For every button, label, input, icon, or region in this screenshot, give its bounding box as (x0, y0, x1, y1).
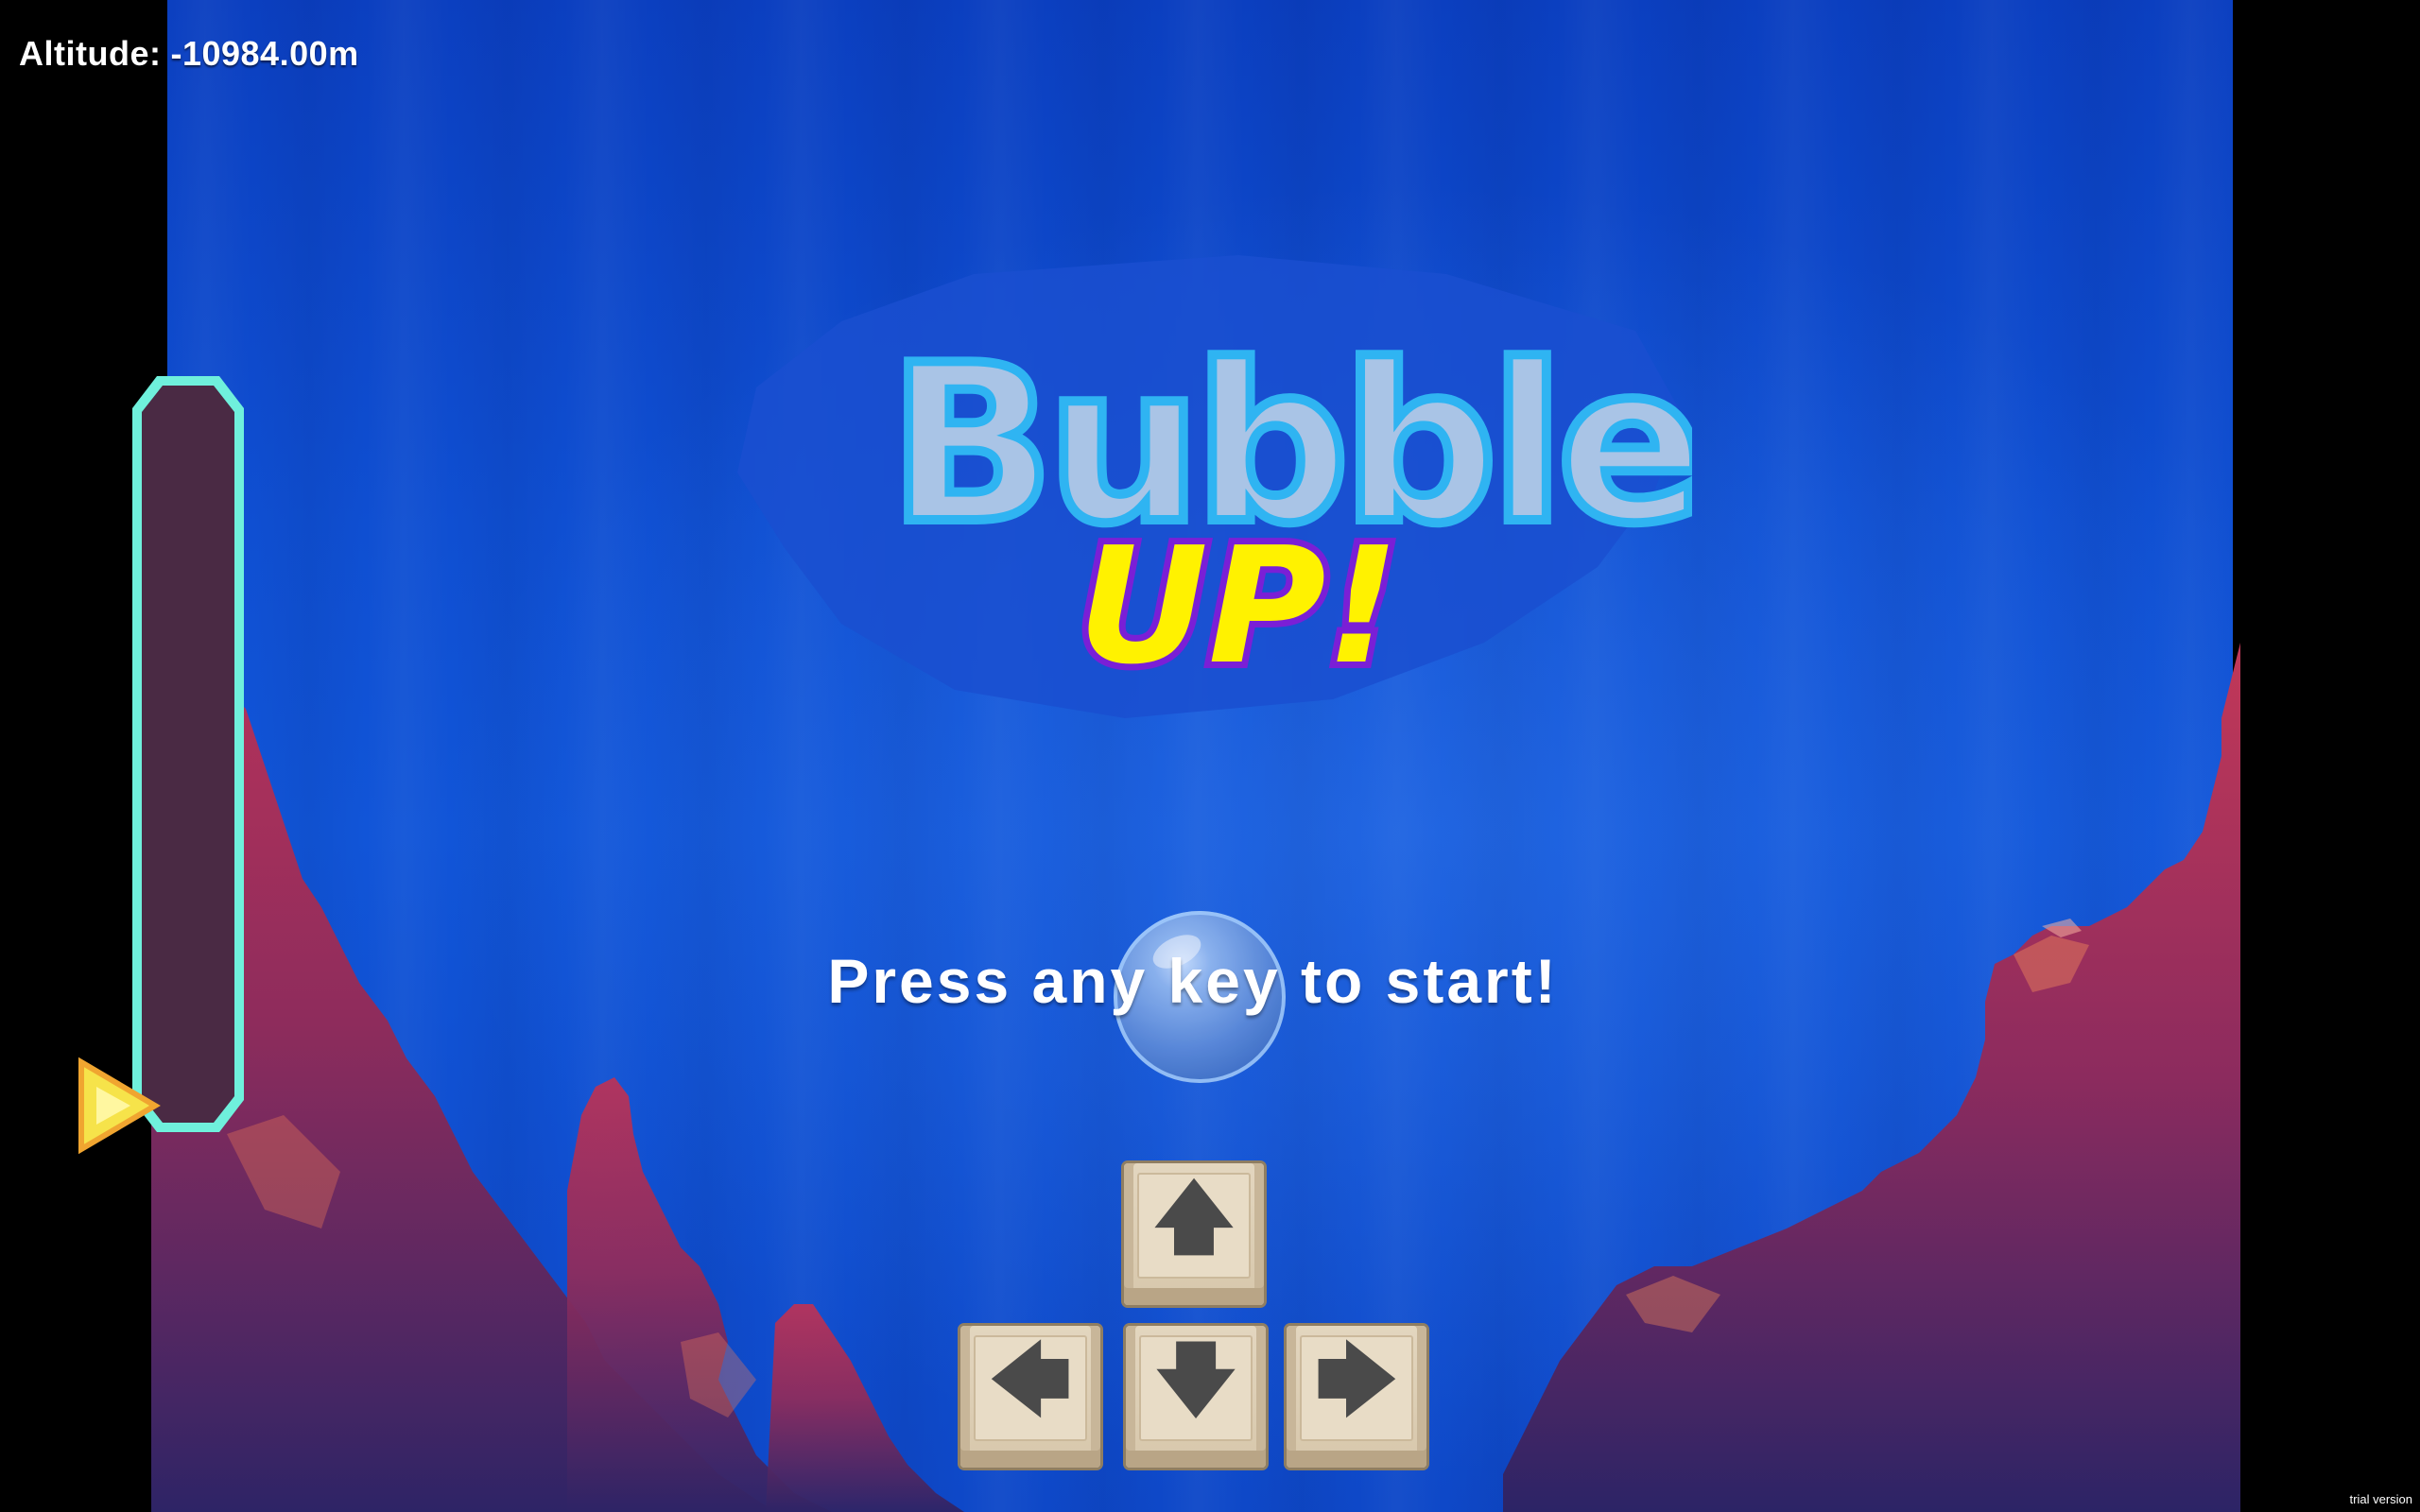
title-up: UP! (1078, 513, 1399, 700)
altitude-readout: Altitude: -10984.00m (19, 34, 359, 74)
game-title-logo: Bubble UP! (737, 255, 1692, 718)
depth-meter (132, 376, 244, 1132)
arrow-down-icon: 🡇 (1154, 1332, 1237, 1426)
arrow-left-icon: 🡄 (989, 1332, 1072, 1426)
coral-rock-left (151, 624, 964, 1512)
coral-rock-right (1503, 643, 2240, 1512)
arrow-up-icon: 🡅 (1152, 1170, 1236, 1263)
arrow-right-icon: 🡆 (1315, 1332, 1398, 1426)
start-prompt: Press any key to start! (827, 946, 1559, 1016)
left-arrow-key[interactable]: 🡄 (960, 1326, 1100, 1468)
down-arrow-key[interactable]: 🡇 (1126, 1326, 1266, 1468)
altitude-value: -10984.00m (170, 34, 359, 73)
altitude-label: Altitude: (19, 34, 162, 73)
trial-watermark: trial version (2349, 1492, 2412, 1506)
right-arrow-key[interactable]: 🡆 (1287, 1326, 1426, 1468)
depth-meter-frame (132, 376, 244, 1132)
up-arrow-key[interactable]: 🡅 (1124, 1163, 1264, 1305)
depth-pointer-icon (78, 1057, 161, 1155)
game-screen[interactable]: Bubble UP! Press any key to start! Altit… (0, 0, 2420, 1512)
